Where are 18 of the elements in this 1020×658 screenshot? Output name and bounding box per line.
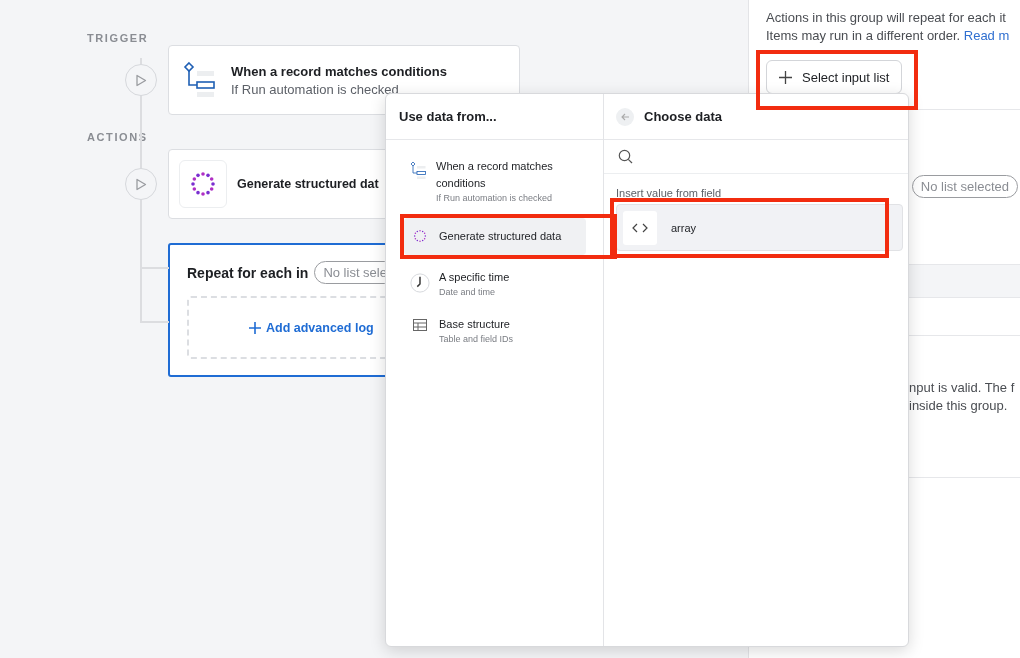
card-subtitle: If Run automation is checked xyxy=(231,81,400,97)
source-subtitle: If Run automation is checked xyxy=(436,192,554,204)
field-label: array xyxy=(671,221,697,234)
card-title: Generate structured dat xyxy=(237,177,379,191)
card-title: Repeat for each in xyxy=(187,264,309,281)
section-label: Insert value from field xyxy=(616,187,723,199)
description-text: Actions in this group will repeat for each it Items may run in a different order. Read m xyxy=(766,9,1010,45)
source-subtitle: Table and field IDs xyxy=(439,333,514,345)
note-text: nput is valid. The f inside this group. xyxy=(909,379,1015,415)
source-title: Generate structured data xyxy=(439,229,562,244)
source-title: A specific time xyxy=(439,270,510,285)
card-title: When a record matches conditions xyxy=(231,63,447,79)
source-subtitle: Date and time xyxy=(439,286,497,298)
source-title: Base structure xyxy=(439,317,511,332)
source-title: When a record matches conditions xyxy=(436,159,554,191)
header-title: Choose data xyxy=(644,109,722,124)
popup-header: Use data from... xyxy=(386,94,603,140)
section-label: TRIGGER xyxy=(87,31,150,45)
